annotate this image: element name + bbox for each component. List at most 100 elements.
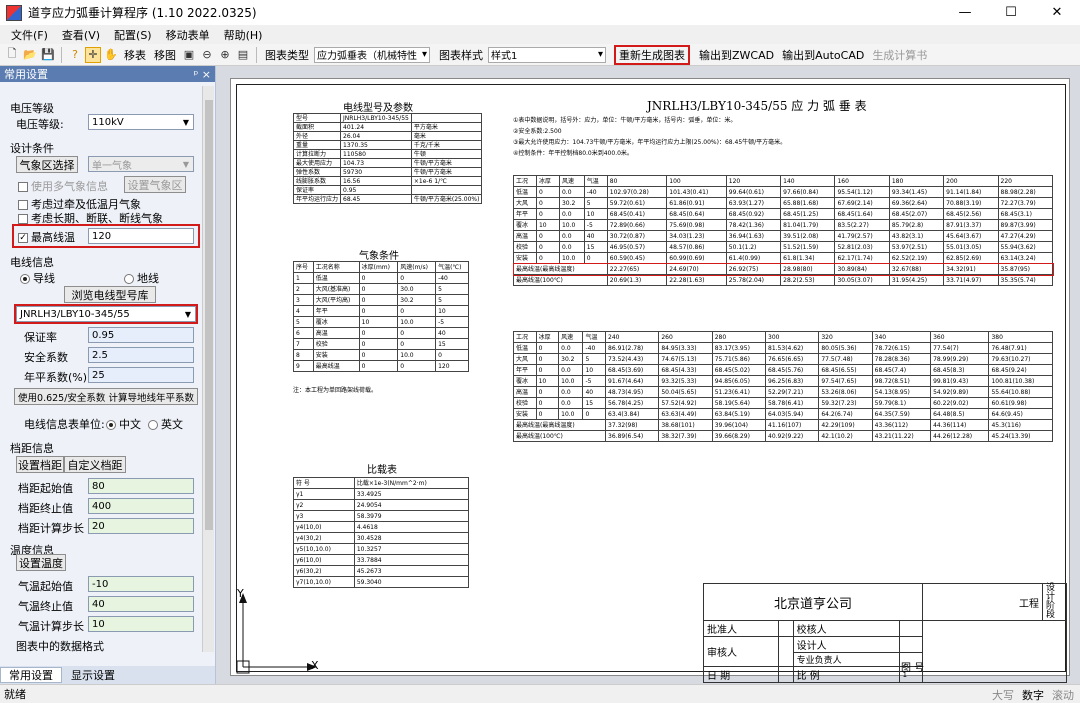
param-cell: 牛顿	[410, 149, 483, 159]
export-zwcad-button[interactable]: 输出到ZWCAD	[696, 47, 777, 63]
regenerate-chart-button[interactable]: 重新生成图表	[614, 44, 690, 65]
stress-sag-cell: 85.79(2.8)	[888, 219, 945, 231]
minimize-button[interactable]: —	[942, 0, 988, 25]
panel-pin-close-icon[interactable]: ᵖ ×	[194, 68, 211, 81]
set-weather-zone-button[interactable]: 设置气象区	[124, 176, 186, 193]
temp-end-input[interactable]: 40	[88, 596, 194, 612]
annual-avg-input[interactable]: 25	[88, 367, 194, 383]
guarantee-rate-input[interactable]: 0.95	[88, 327, 194, 343]
sag-row: 大风 0 30.2 5 59.72(0.61) 61.86(0.91) 63.93(1.27…	[513, 197, 1054, 209]
unit-chinese-radio[interactable]: 中文	[106, 416, 141, 432]
stress-sag-cell: 93.32(5.33)	[658, 375, 713, 387]
voltage-select[interactable]: 110kV ▼	[88, 114, 194, 130]
set-span-button[interactable]: 设置档距	[16, 456, 64, 473]
select-cursor-icon[interactable]: ✛	[85, 46, 101, 63]
set-temp-button[interactable]: 设置温度	[16, 554, 66, 571]
weather-zone-button[interactable]: 气象区选择	[16, 156, 78, 173]
stress-sag-cell: 60.61(9.98)	[988, 397, 1053, 409]
stress-sag-cell: 77.5(7.48)	[818, 353, 873, 365]
sag-row: 校验 0 0.0 15 46.95(0.57) 48.57(0.86) 50.1(1.2) 5…	[513, 241, 1054, 253]
stress-sag-cell: 46.95(0.57)	[606, 241, 668, 253]
maximize-button[interactable]: ☐	[988, 0, 1034, 25]
menu-move-table[interactable]: 移动表单	[159, 27, 217, 43]
unit-english-label: 英文	[161, 418, 183, 431]
chart-type-value: 应力弧垂表（机械特性	[317, 51, 417, 62]
ground-wire-radio[interactable]: 地线	[124, 270, 159, 286]
stress-sag-cell: 61.4(0.99)	[725, 252, 782, 264]
drawing-canvas[interactable]: 电线型号及参数 型号 JNRLH3/LBY10-345/55 截面积 401.24 平方…	[216, 66, 1080, 684]
menu-file[interactable]: 文件(F)	[4, 27, 55, 43]
zoom-window-icon[interactable]: ▤	[235, 47, 251, 63]
load-cell: 24.9054	[353, 499, 470, 511]
stress-sag-cell: 68.45(0.41)	[606, 208, 668, 220]
param-cell: 弹性系数	[292, 167, 342, 177]
param-cell: 16.56	[340, 176, 412, 186]
sag-table-title: JNRLH3/LBY10-345/55 应 力 弧 垂 表	[647, 99, 867, 113]
scroll-thumb[interactable]	[205, 100, 213, 530]
menu-config[interactable]: 配置(S)	[107, 27, 159, 43]
move-table-button[interactable]: 移表	[121, 47, 149, 63]
tab-common-settings[interactable]: 常用设置	[0, 667, 62, 683]
stress-sag-cell: 43.82(3.1)	[888, 230, 945, 242]
unit-english-radio[interactable]: 英文	[148, 416, 183, 432]
zoom-out-icon[interactable]: ⊖	[199, 47, 215, 63]
wire-model-select[interactable]: JNRLH3/LBY10-345/55 ▼	[14, 304, 198, 324]
weather-cell: 5	[435, 294, 469, 306]
new-file-icon[interactable]: 🗋	[4, 47, 20, 63]
max-temp-100-label-cell: 最高线温(100℃)	[512, 430, 607, 442]
max-wire-temp-checkbox[interactable]: ✓ 最高线温	[18, 229, 75, 245]
load-cell: 58.3979	[353, 510, 470, 522]
menu-help[interactable]: 帮助(H)	[217, 27, 270, 43]
weather-note: 注：本工程为单回路架线荷载。	[293, 387, 378, 394]
use-multi-weather-checkbox[interactable]: 使用多气象信息	[18, 178, 108, 194]
save-icon[interactable]: 💾	[40, 47, 56, 63]
panel-scrollbar[interactable]	[202, 86, 214, 652]
max-wire-temp-input[interactable]: 120	[88, 228, 194, 244]
pan-hand-icon[interactable]: ✋	[103, 47, 119, 63]
max-temp-100-cell: 28.2(2.53)	[780, 274, 836, 286]
stress-sag-cell: 78.72(6.15)	[871, 342, 932, 354]
drawing-number-label: 图 号	[901, 663, 925, 674]
weather-header-cell: 工况名称	[312, 261, 360, 273]
drawing-frame: 电线型号及参数 型号 JNRLH3/LBY10-345/55 截面积 401.24 平方…	[236, 84, 1067, 683]
calc-annual-avg-button[interactable]: 使用0.625/安全系数 计算导地线年平系数	[14, 388, 198, 405]
move-chart-button[interactable]: 移图	[151, 47, 179, 63]
custom-span-button[interactable]: 自定义档距	[64, 456, 126, 473]
menu-view[interactable]: 查看(V)	[55, 27, 107, 43]
max-temp-100-cell: 38.32(7.39)	[658, 430, 713, 442]
weather-cell: -40	[435, 272, 469, 284]
weather-zone-select[interactable]: 单一气象 ▼	[88, 156, 194, 172]
span-header-cell: 180	[888, 175, 945, 187]
export-autocad-button[interactable]: 输出到AutoCAD	[779, 47, 867, 63]
weather-title: 气象条件	[359, 251, 399, 262]
open-folder-icon[interactable]: 📂	[22, 47, 38, 63]
sag-header-cell: 风速	[558, 175, 585, 187]
condition-cell: 0	[535, 241, 560, 253]
settings-panel: 常用设置 ᵖ × 电压等级 电压等级: 110kV ▼ 设计条件 气象区选择 单一…	[0, 66, 216, 684]
conductor-radio[interactable]: 导线	[20, 270, 55, 286]
temp-step-input[interactable]: 10	[88, 616, 194, 632]
sag-row: 低温 0 0.0 -40 102.97(0.28) 101.43(0.41) 99.64(0…	[513, 186, 1054, 198]
condition-cell: 0	[535, 364, 560, 376]
stress-sag-cell: 64.35(7.59)	[871, 408, 932, 420]
generate-report-button[interactable]: 生成计算书	[869, 47, 930, 63]
span-end-input[interactable]: 400	[88, 498, 194, 514]
load-row: γ1 33.4925	[293, 488, 470, 500]
condition-cell: -40	[582, 342, 607, 354]
zoom-in-icon[interactable]: ⊕	[217, 47, 233, 63]
stress-sag-cell: 76.65(6.65)	[765, 353, 820, 365]
browse-wire-library-button[interactable]: 浏览电线型号库	[64, 286, 156, 303]
span-step-input[interactable]: 20	[88, 518, 194, 534]
close-button[interactable]: ✕	[1034, 0, 1080, 25]
chart-style-select[interactable]: 样式1 ▾	[488, 46, 606, 63]
help-icon[interactable]: ?	[67, 47, 83, 63]
temp-start-input[interactable]: -10	[88, 576, 194, 592]
tab-display-settings[interactable]: 显示设置	[62, 667, 124, 683]
long-term-label: 考虑长期、断联、断线气象	[31, 212, 163, 225]
chart-type-select[interactable]: 应力弧垂表（机械特性 ▾	[314, 46, 430, 63]
zoom-fit-icon[interactable]: ▣	[181, 47, 197, 63]
safety-factor-input[interactable]: 2.5	[88, 347, 194, 363]
span-start-input[interactable]: 80	[88, 478, 194, 494]
long-term-checkbox[interactable]: 考虑长期、断联、断线气象	[18, 210, 163, 226]
weather-cell: 10.0	[397, 316, 437, 328]
